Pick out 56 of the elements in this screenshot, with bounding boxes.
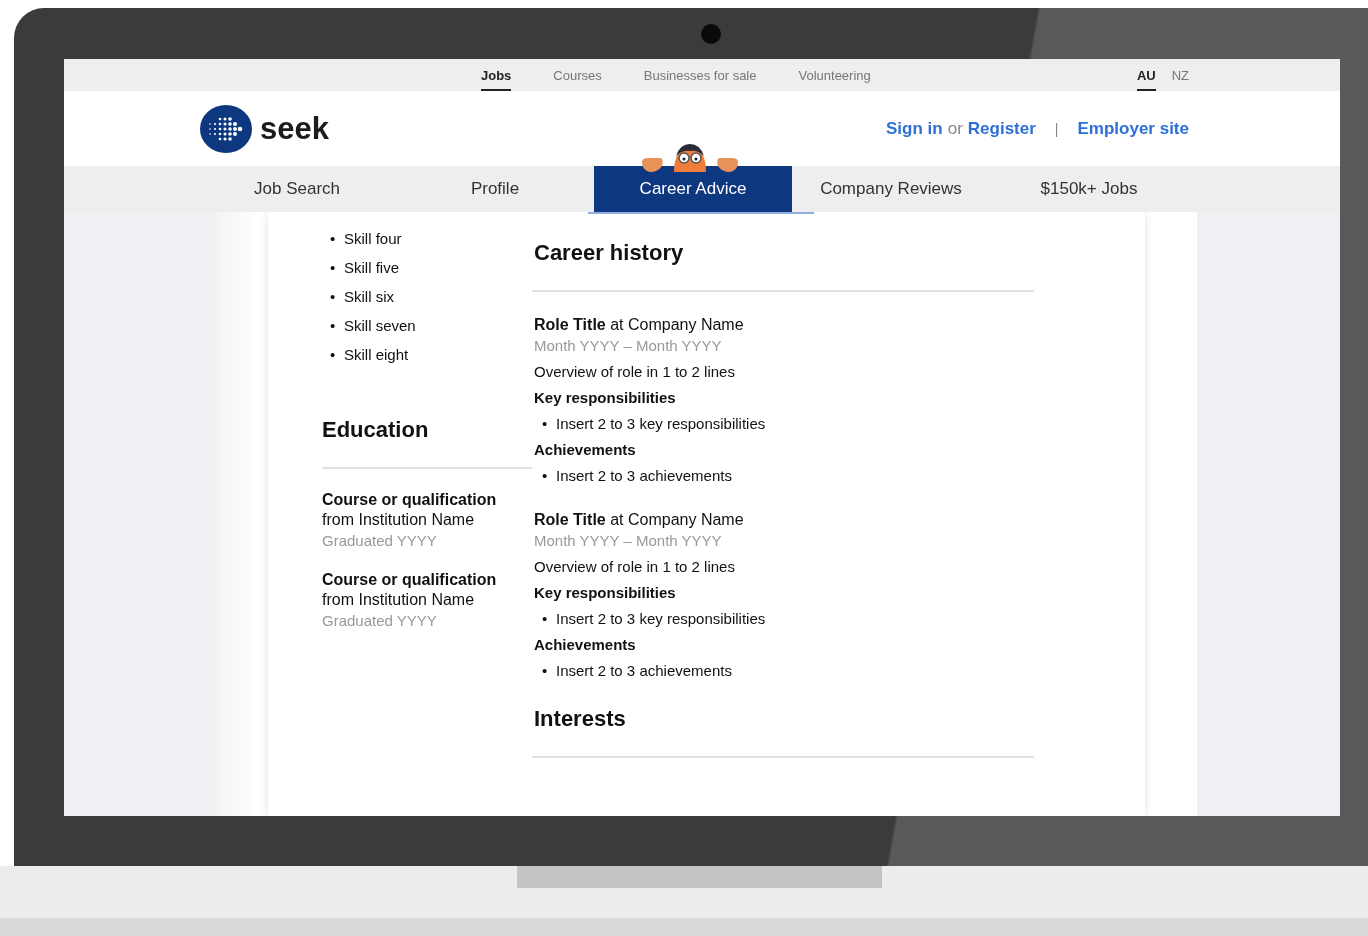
graduation-date: Graduated YYYY bbox=[322, 612, 438, 629]
institution-text: from Institution Name bbox=[322, 591, 476, 609]
employer-site-link[interactable]: Employer site bbox=[1077, 118, 1189, 139]
region-link[interactable]: AU bbox=[1136, 59, 1156, 91]
top-nav-link[interactable]: Volunteering bbox=[798, 59, 871, 91]
bullet-marker: • bbox=[330, 287, 337, 307]
nav-tab[interactable]: Career Advice bbox=[594, 166, 792, 212]
bullet-marker: • bbox=[542, 467, 549, 484]
skill-item: Skill seven bbox=[344, 317, 416, 334]
subheading: Achievements bbox=[534, 636, 637, 653]
course-title: Course or qualification bbox=[322, 491, 498, 509]
nav-tab[interactable]: Company Reviews bbox=[792, 166, 990, 212]
subheading: Key responsibilities bbox=[534, 389, 677, 406]
role-overview: Overview of role in 1 to 2 lines bbox=[534, 363, 736, 380]
role-overview: Overview of role in 1 to 2 lines bbox=[534, 558, 736, 575]
camera-icon bbox=[701, 24, 721, 44]
logo-icon[interactable] bbox=[200, 104, 252, 153]
top-nav-link[interactable]: Jobs bbox=[481, 59, 512, 91]
bullet-marker: • bbox=[330, 345, 337, 365]
nav-tab[interactable]: Profile bbox=[396, 166, 594, 212]
sign-in-link[interactable]: Sign in bbox=[886, 118, 943, 139]
subheading: Achievements bbox=[534, 441, 637, 458]
skill-item: Skill six bbox=[344, 288, 394, 305]
course-title: Course or qualification bbox=[322, 571, 498, 589]
skill-item: Skill five bbox=[344, 259, 399, 276]
responsibility-item: Insert 2 to 3 key responsibilities bbox=[556, 610, 766, 627]
top-nav-link[interactable]: Businesses for sale bbox=[643, 59, 757, 91]
section-heading: Education bbox=[322, 417, 430, 443]
register-link[interactable]: Register bbox=[967, 118, 1036, 139]
subheading: Key responsibilities bbox=[534, 584, 677, 601]
logo-text[interactable]: seek bbox=[260, 110, 329, 147]
graduation-date: Graduated YYYY bbox=[322, 532, 438, 549]
achievement-item: Insert 2 to 3 achievements bbox=[556, 662, 732, 679]
skill-item: Skill eight bbox=[344, 346, 409, 363]
bullet-marker: • bbox=[330, 316, 337, 336]
role-dates: Month YYYY – Month YYYY bbox=[534, 337, 723, 354]
responsibility-item: Insert 2 to 3 key responsibilities bbox=[556, 415, 766, 432]
role-title: Role Title at Company Name bbox=[534, 316, 745, 334]
top-nav-link[interactable]: Courses bbox=[553, 59, 602, 91]
nav-tab[interactable]: $150k+ Jobs bbox=[990, 166, 1188, 212]
role-title: Role Title at Company Name bbox=[534, 511, 745, 529]
section-heading: Career history bbox=[534, 240, 685, 266]
or-text: or bbox=[947, 118, 963, 139]
bullet-marker: • bbox=[330, 229, 337, 249]
achievement-item: Insert 2 to 3 achievements bbox=[556, 467, 732, 484]
bullet-marker: • bbox=[330, 258, 337, 278]
region-link[interactable]: NZ bbox=[1171, 59, 1189, 91]
separator-text: | bbox=[1054, 120, 1059, 137]
institution-text: from Institution Name bbox=[322, 511, 476, 529]
bullet-marker: • bbox=[542, 662, 549, 679]
bullet-marker: • bbox=[542, 610, 549, 627]
role-dates: Month YYYY – Month YYYY bbox=[534, 532, 723, 549]
skill-item: Skill four bbox=[344, 230, 402, 247]
bullet-marker: • bbox=[542, 415, 549, 432]
section-heading: Interests bbox=[534, 706, 627, 732]
nav-tab[interactable]: Job Search bbox=[198, 166, 396, 212]
